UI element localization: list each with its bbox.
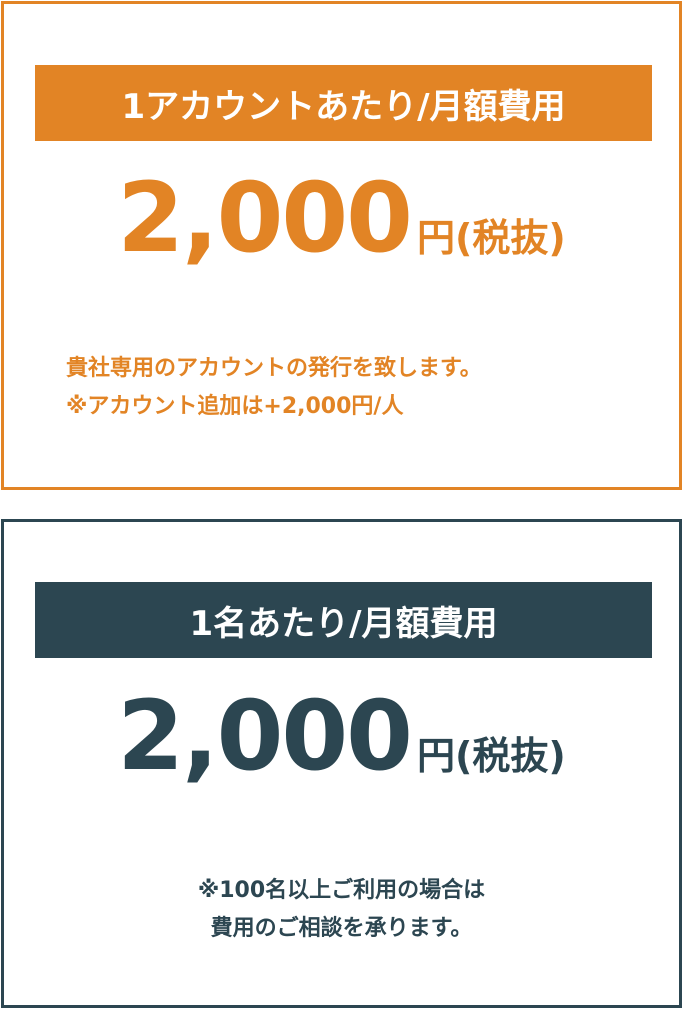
account-plan-price: 2,000 円(税抜) xyxy=(4,170,679,266)
account-plan-amount: 2,000 xyxy=(117,162,413,274)
account-plan-note-line: ※アカウント追加は+2,000円/人 xyxy=(66,394,404,419)
per-person-plan-note-line: 費用のご相談を承ります。 xyxy=(210,916,473,941)
per-person-plan-note-line: ※100名以上ご利用の場合は xyxy=(197,878,486,903)
account-plan-unit: 円(税抜) xyxy=(416,216,566,260)
per-person-plan-amount: 2,000 xyxy=(117,680,413,792)
per-person-plan-note: ※100名以上ご利用の場合は 費用のご相談を承ります。 xyxy=(4,872,679,948)
per-person-plan-unit: 円(税抜) xyxy=(416,734,566,778)
account-plan-note: 貴社専用のアカウントの発行を致します。 ※アカウント追加は+2,000円/人 xyxy=(66,350,482,426)
account-plan-banner: 1アカウントあたり/月額費用 xyxy=(35,65,652,141)
account-plan-note-line: 貴社専用のアカウントの発行を致します。 xyxy=(66,356,482,381)
per-person-plan-price: 2,000 円(税抜) xyxy=(4,688,679,784)
account-pricing-card: 1アカウントあたり/月額費用 2,000 円(税抜) 貴社専用のアカウントの発行… xyxy=(1,1,682,490)
per-person-pricing-card: 1名あたり/月額費用 2,000 円(税抜) ※100名以上ご利用の場合は 費用… xyxy=(1,519,682,1008)
per-person-plan-banner: 1名あたり/月額費用 xyxy=(35,582,652,658)
